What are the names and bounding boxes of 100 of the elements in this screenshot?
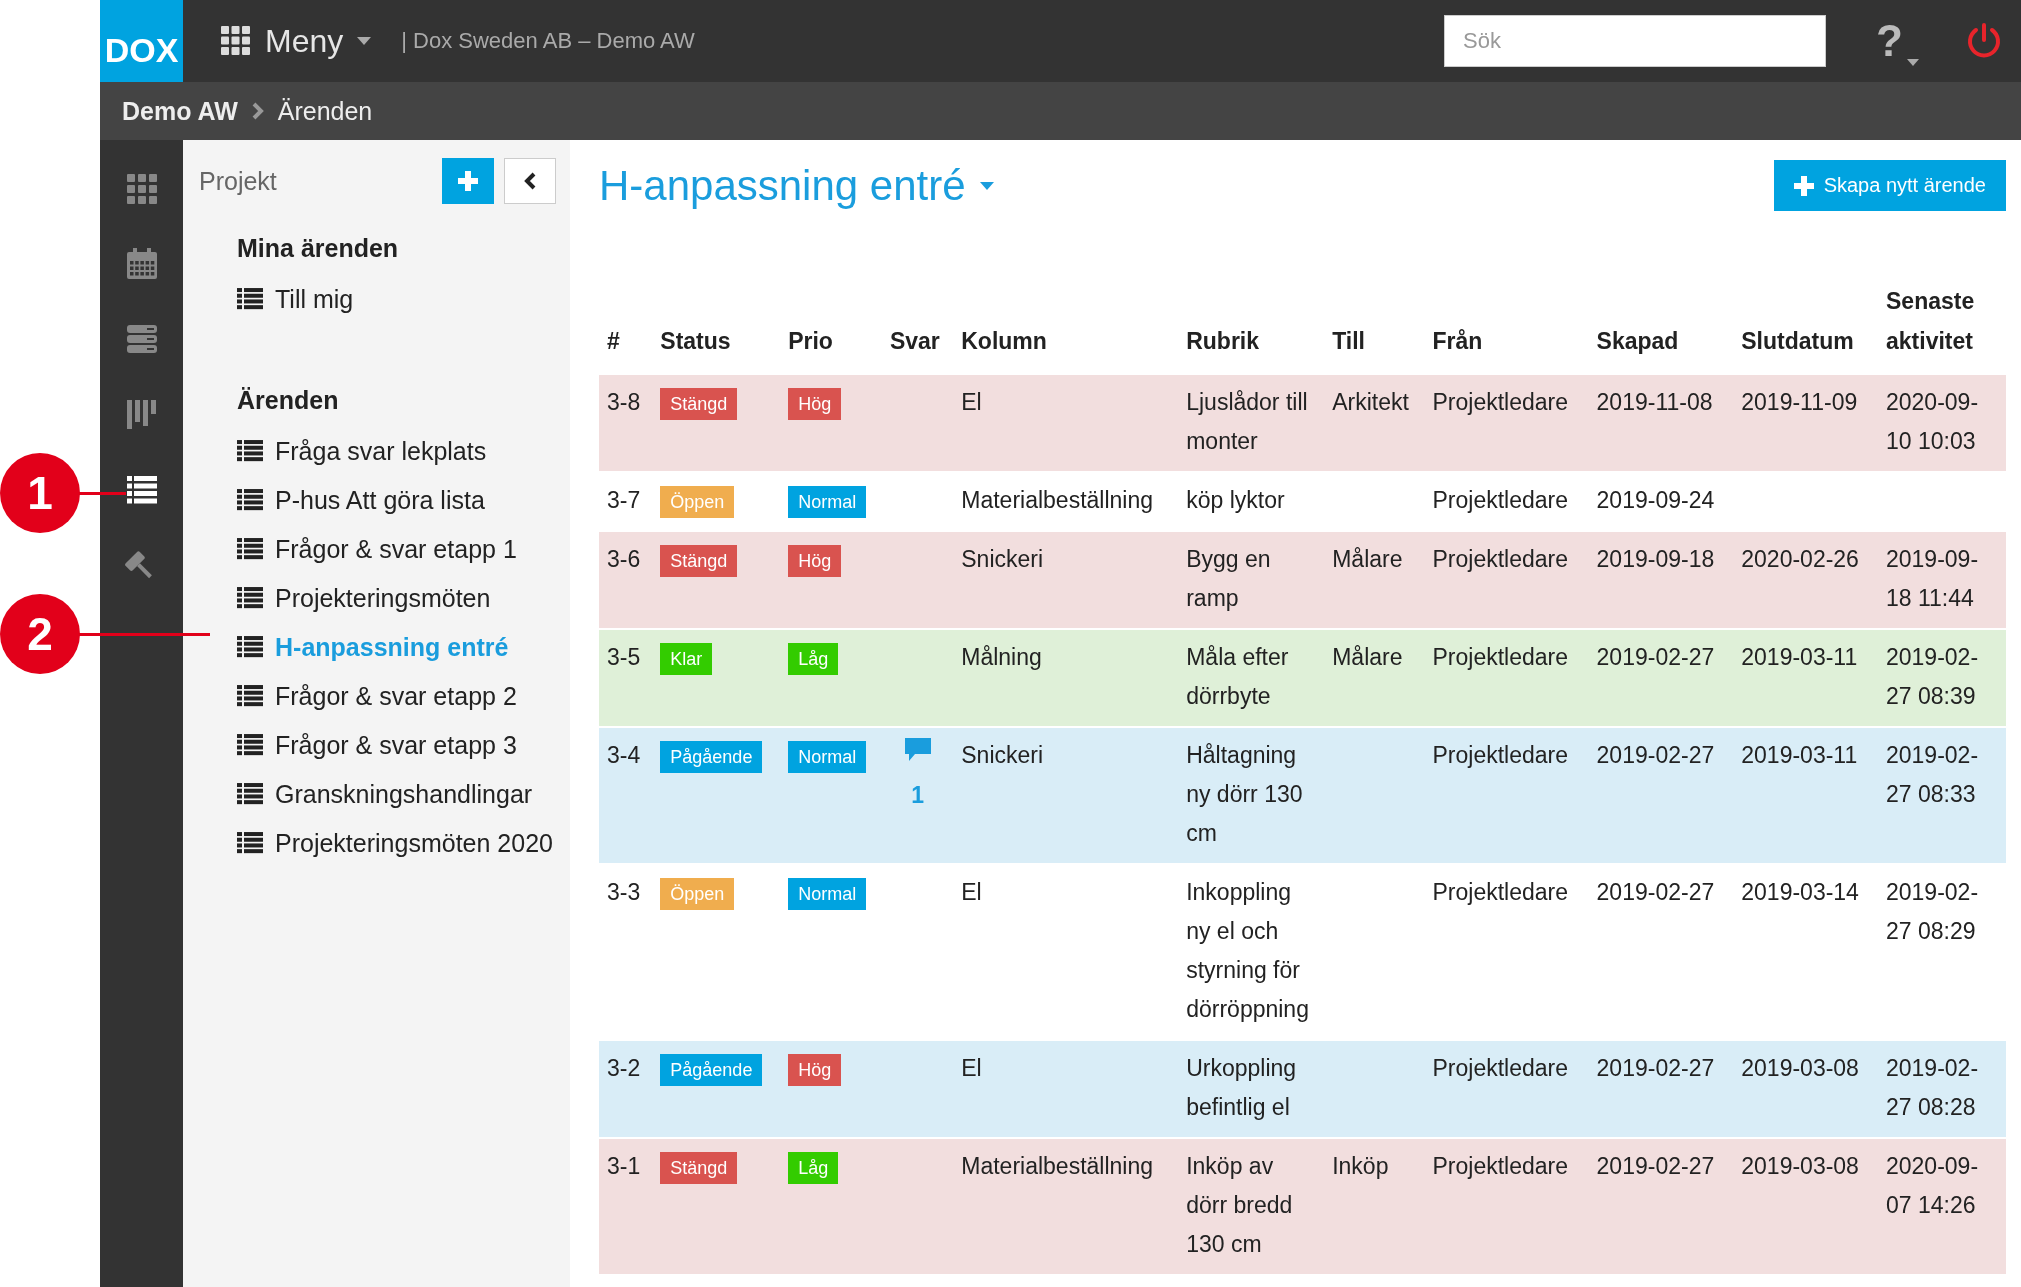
table-cell: 2020-02-26 xyxy=(1741,546,1859,572)
project-item[interactable]: Fråga svar lekplats xyxy=(237,427,556,476)
table-cell: 2019-02-27 08:33 xyxy=(1886,742,1979,807)
caret-icon xyxy=(1907,59,1919,66)
project-item[interactable]: Till mig xyxy=(237,275,556,324)
table-cell: köp lyktor xyxy=(1186,487,1285,513)
column-header: Till xyxy=(1332,328,1365,354)
table-cell: 3-5 xyxy=(607,644,641,670)
table-cell: El xyxy=(961,879,982,905)
column-header: Senaste aktivitet xyxy=(1886,288,1975,354)
table-cell: Projektledare xyxy=(1432,1153,1569,1179)
list-icon xyxy=(237,489,263,512)
table-cell: 3-4 xyxy=(607,742,641,768)
table-cell: 2019-11-08 xyxy=(1596,389,1713,415)
table-cell: El xyxy=(961,1055,982,1081)
table-cell: 3-3 xyxy=(607,879,641,905)
table-cell: 2019-02-27 xyxy=(1596,1055,1715,1081)
breadcrumb-link[interactable]: Demo AW xyxy=(122,96,238,126)
project-item[interactable]: Frågor & svar etapp 2 xyxy=(237,672,556,721)
priority-badge: Normal xyxy=(788,741,867,773)
plus-icon xyxy=(1793,175,1814,196)
table-cell: 3-6 xyxy=(607,546,641,572)
table-cell: Materialbeställning xyxy=(961,1153,1154,1179)
reply-count: 1 xyxy=(910,781,925,810)
table-cell: 2019-02-27 08:29 xyxy=(1886,879,1979,944)
panel-title: Projekt xyxy=(199,166,277,196)
callout-marker: 2 xyxy=(0,594,80,674)
column-header: Slutdatum xyxy=(1741,328,1854,354)
table-row[interactable]: 3-6 Stängd Hög Snickeri Bygg en ramp Målare Projektledare 2019-09-18 2020-02-26 2019-09-18 11:44 xyxy=(599,531,2006,629)
menu-button[interactable]: Meny xyxy=(221,22,372,60)
table-cell: Materialbeställning xyxy=(961,487,1154,513)
stack-icon[interactable] xyxy=(124,322,159,356)
power-icon[interactable] xyxy=(1965,22,2003,60)
caret-icon xyxy=(357,37,372,45)
priority-badge: Låg xyxy=(788,1152,839,1184)
list-icon xyxy=(237,440,263,463)
status-badge: Stängd xyxy=(660,545,738,577)
section-heading: Ärenden xyxy=(237,386,340,415)
column-header: Svar xyxy=(889,328,940,354)
grid-icon[interactable] xyxy=(124,172,159,206)
table-cell: Projektledare xyxy=(1432,487,1569,513)
table-row[interactable]: 3-5 Klar Låg Målning Måla efter dörrbyte Målare Projektledare 2019-02-27 2019-03-11 2019-02-27 08:39 xyxy=(599,629,2006,727)
table-cell: Målare xyxy=(1332,546,1403,572)
table-row[interactable]: 3-1 Stängd Låg Materialbeställning Inköp av dörr bredd 130 cm Inköp Projektledare 2019-02-27 2019-03-08 2020-09-07 14:26 xyxy=(599,1138,2006,1274)
project-item[interactable]: Projekteringsmöten 2020 xyxy=(237,819,556,868)
project-item[interactable]: Projekteringsmöten xyxy=(237,574,556,623)
table-cell: Projektledare xyxy=(1432,389,1569,415)
table-cell: 2019-03-11 xyxy=(1741,742,1858,768)
table-cell: Projektledare xyxy=(1432,1055,1569,1081)
table-cell: 3-8 xyxy=(607,389,641,415)
list-icon xyxy=(237,734,263,757)
calendar-icon[interactable] xyxy=(124,247,159,281)
status-badge: Pågående xyxy=(660,1054,763,1086)
project-item[interactable]: Frågor & svar etapp 1 xyxy=(237,525,556,574)
project-item[interactable]: Frågor & svar etapp 3 xyxy=(237,721,556,770)
chevron-icon xyxy=(524,172,536,190)
table-cell: Arkitekt xyxy=(1332,389,1409,415)
table-row[interactable]: 3-4 Pågående Normal 1 Snickeri Håltagning ny dörr 130 cm Projektledare 2019-02-27 2019-03-11 2019-02-27 08:33 xyxy=(599,727,2006,864)
status-badge: Klar xyxy=(660,643,713,675)
help-button[interactable]: ? xyxy=(1876,16,1919,66)
table-cell: Projektledare xyxy=(1432,644,1569,670)
leader-line xyxy=(78,492,126,495)
table-cell: 2019-03-08 xyxy=(1741,1055,1859,1081)
table-cell: 2019-02-27 xyxy=(1596,1153,1715,1179)
list-icon xyxy=(237,783,263,806)
table-row[interactable]: 3-2 Pågående Hög El Urkoppling befintlig el Projektledare 2019-02-27 2019-03-08 2019-02-27 08:28 xyxy=(599,1040,2006,1138)
callout-marker: 1 xyxy=(0,453,80,533)
table-cell: Inköp xyxy=(1332,1153,1389,1179)
priority-badge: Hög xyxy=(788,388,842,420)
project-item[interactable]: Granskningshandlingar xyxy=(237,770,556,819)
status-badge: Pågående xyxy=(660,741,763,773)
table-cell: 2019-09-18 xyxy=(1596,546,1715,572)
plus-icon xyxy=(458,171,478,191)
table-cell: Måla efter dörrbyte xyxy=(1186,644,1289,709)
section-heading: Mina ärenden xyxy=(237,234,400,263)
table-cell: 2019-02-27 xyxy=(1596,742,1715,768)
table-cell: 3-2 xyxy=(607,1055,641,1081)
table-cell: Inköp av dörr bredd 130 cm xyxy=(1186,1153,1293,1257)
table-cell: Projektledare xyxy=(1432,742,1569,768)
table-cell: 2019-09-18 11:44 xyxy=(1886,546,1979,611)
table-cell: 2019-02-27 08:28 xyxy=(1886,1055,1979,1120)
column-header: Skapad xyxy=(1596,328,1679,354)
table-cell: 2020-09-07 14:26 xyxy=(1886,1153,1979,1218)
list-icon xyxy=(237,636,263,659)
board-icon[interactable] xyxy=(124,397,159,431)
table-cell: 2019-03-11 xyxy=(1741,644,1858,670)
add-button[interactable] xyxy=(442,158,494,204)
table-cell: 2019-02-27 xyxy=(1596,644,1715,670)
table-cell: Håltagning ny dörr 130 cm xyxy=(1186,742,1303,846)
column-header: Status xyxy=(660,328,731,354)
search-field[interactable]: Sök xyxy=(1444,15,1827,67)
table-cell: 2019-03-14 xyxy=(1741,879,1859,905)
collapse-button[interactable] xyxy=(504,158,556,204)
table-cell: 2019-03-08 xyxy=(1741,1153,1859,1179)
priority-badge: Hög xyxy=(788,545,842,577)
status-badge: Stängd xyxy=(660,388,738,420)
table-cell: Projektledare xyxy=(1432,546,1569,572)
project-item[interactable]: P-hus Att göra lista xyxy=(237,476,556,525)
priority-badge: Hög xyxy=(788,1054,842,1086)
table-cell: Bygg en ramp xyxy=(1186,546,1271,611)
